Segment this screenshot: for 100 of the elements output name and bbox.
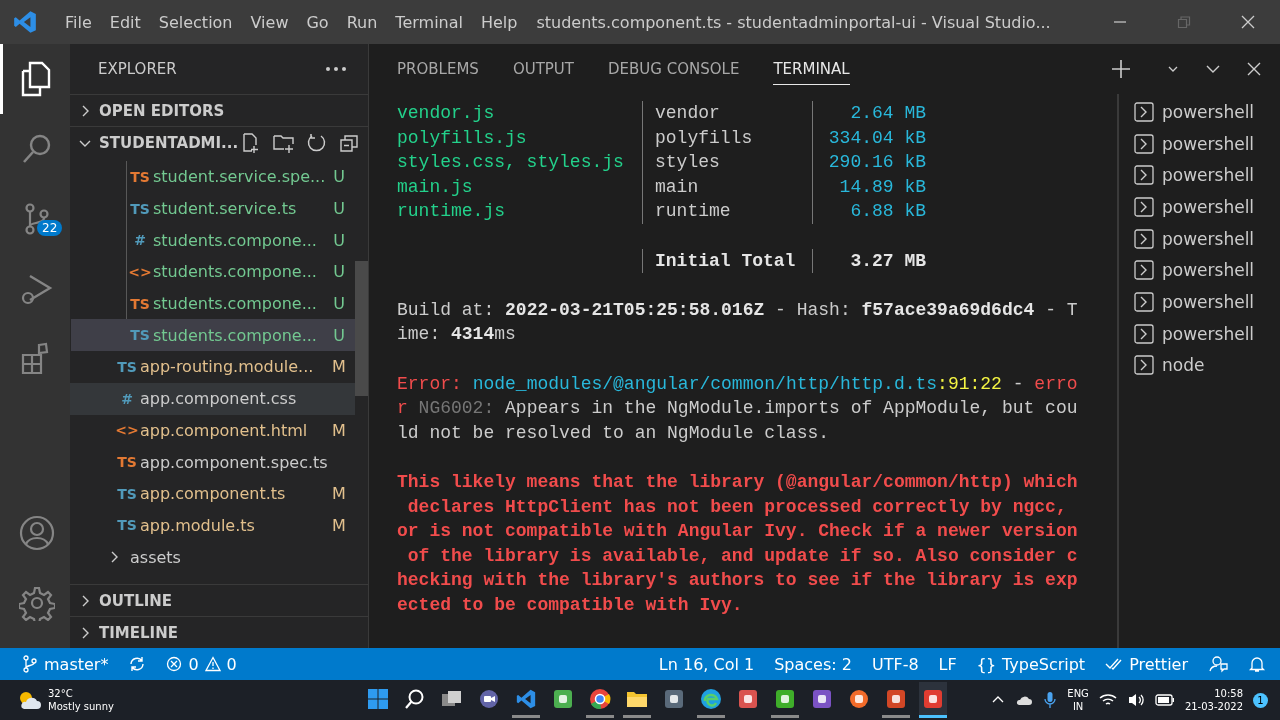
terminal-line: hecking with the library's authors to see if the library is exp [397, 569, 1078, 593]
git-status: M [332, 357, 346, 377]
tree-row[interactable]: TS student.service.spe... U [71, 161, 355, 193]
terminal-text: 6.88 kB [812, 199, 926, 224]
git-status: M [332, 484, 346, 504]
terminal-icon [1134, 165, 1154, 186]
tree-row[interactable]: <>app.component.html M [70, 414, 355, 447]
terminal-instance[interactable]: powershell [1119, 96, 1280, 128]
git-status: U [332, 325, 346, 345]
tree-row[interactable]: # students.compone... U [71, 224, 355, 257]
panel-tab[interactable]: OUTPUT [512, 54, 574, 84]
terminal-text: 14.89 kB [812, 174, 926, 200]
tree-row[interactable]: # app.component.css [70, 382, 355, 415]
settings-icon[interactable] [18, 585, 55, 621]
tree-row[interactable]: TS app-routing.module... M [70, 351, 355, 383]
terminal-text: main [642, 174, 812, 200]
run-debug-icon [19, 272, 54, 306]
language-indicator[interactable]: ENG IN [1067, 687, 1089, 713]
menu-item[interactable]: File [56, 12, 101, 32]
volume-icon[interactable] [1126, 692, 1145, 708]
battery-icon[interactable] [1154, 694, 1175, 706]
git-status: U [332, 230, 346, 250]
tree-row[interactable]: <>students.compone... U [71, 256, 355, 288]
menu-item[interactable]: Edit [100, 12, 150, 32]
section-header[interactable]: OUTLINE [70, 584, 368, 616]
panel-tab[interactable]: DEBUG CONSOLE [608, 54, 740, 84]
tree-row[interactable]: TS app.component.ts M [70, 477, 355, 510]
feedback-icon[interactable] [1208, 655, 1228, 673]
activity-item[interactable]: 22 [0, 184, 70, 254]
status-item[interactable]: LF [938, 654, 957, 674]
terminal-line: or is not compatible with Angular Ivy. Check if a newer version [397, 520, 1078, 544]
terminal-instance[interactable]: powershell [1119, 254, 1280, 287]
browser-icon [589, 687, 611, 710]
plus-icon[interactable] [1110, 58, 1132, 80]
browser-icon [700, 687, 722, 710]
terminal-text: vendor [642, 101, 812, 126]
close-icon[interactable] [1240, 14, 1256, 30]
folder-row[interactable]: assets [70, 541, 355, 573]
menu-item[interactable]: Go [297, 12, 338, 32]
terminal-text: Initial Total [642, 248, 812, 274]
status-item[interactable]: Spaces: 2 [774, 654, 852, 674]
tree-row[interactable]: TS student.service.ts U [71, 192, 355, 225]
tree-row[interactable]: TS app.module.ts M [70, 509, 355, 542]
menu-item[interactable]: Run [337, 12, 387, 32]
terminal-instance[interactable]: powershell [1119, 286, 1280, 318]
search-icon [404, 687, 426, 710]
terminal-text: runtime.js [397, 200, 507, 224]
terminal-icon [1134, 291, 1154, 312]
file-type-icon: TS [127, 200, 153, 217]
terminal-instance[interactable]: powershell [1119, 317, 1280, 350]
notification-badge[interactable]: 1 [1253, 692, 1268, 708]
terminal-text: 334.04 kB [812, 125, 926, 151]
status-item[interactable]: UTF-8 [871, 654, 919, 674]
terminal-line: declares HttpClient has not been processed correctly by ngcc, [406, 495, 1067, 519]
wifi-icon[interactable] [1098, 692, 1117, 708]
panel-tab[interactable]: TERMINAL [773, 53, 850, 85]
error-icon [166, 656, 183, 672]
menu-item[interactable]: Terminal [386, 12, 472, 32]
section-header[interactable]: OPEN EDITORS [70, 94, 368, 126]
terminal-line: ected to be compatible with Ivy. [397, 593, 743, 617]
menu-item[interactable]: Selection [149, 12, 242, 32]
clock[interactable]: 10:58 21-03-2022 [1184, 687, 1243, 713]
scrollbar-thumb[interactable] [355, 261, 368, 396]
status-item[interactable]: Ln 16, Col 1 [658, 654, 755, 674]
microphone-icon[interactable] [1043, 691, 1058, 709]
app-icon [663, 687, 685, 710]
git-status: M [332, 420, 346, 440]
app-icon [885, 687, 907, 710]
menu-item[interactable]: View [241, 12, 298, 32]
formatter-status[interactable]: Prettier [1105, 654, 1188, 674]
sync-icon[interactable] [128, 655, 147, 673]
file-type-icon: TS [127, 168, 153, 185]
terminal-instance[interactable]: node [1119, 349, 1280, 382]
chat-icon [478, 687, 500, 710]
section-header[interactable]: STUDENTADMI... [70, 126, 368, 158]
terminal-line: ld not be resolved to an NgModule class. [397, 421, 830, 445]
terminal-text: runtime [642, 199, 812, 224]
taskbar-app[interactable] [919, 682, 947, 718]
file-type-icon: # [127, 232, 153, 249]
tree-row[interactable]: TS students.compone... U [71, 319, 355, 352]
language-status[interactable]: {} TypeScript [976, 654, 1086, 674]
terminal-instance[interactable]: powershell [1119, 159, 1280, 192]
terminal-instance[interactable]: powershell [1119, 191, 1280, 223]
git-status: U [332, 294, 346, 314]
git-status: U [332, 199, 346, 219]
tree-row[interactable]: TS app.component.spec.ts [70, 446, 355, 478]
refresh-icon[interactable] [306, 131, 328, 154]
account-icon[interactable] [18, 515, 55, 551]
close-icon[interactable] [1246, 61, 1262, 77]
branch-status[interactable]: master* [22, 654, 109, 674]
panel-tab[interactable]: PROBLEMS [397, 54, 479, 84]
terminal-icon [1134, 101, 1154, 122]
menu-item[interactable]: Help [471, 12, 527, 32]
weather-text: Mostly sunny [48, 700, 114, 713]
app-icon [922, 687, 944, 710]
problems-status[interactable]: 0 0 [166, 654, 237, 674]
tree-row[interactable]: TS students.compone... U [71, 287, 355, 320]
bell-icon[interactable] [1248, 655, 1266, 673]
terminal-instance[interactable]: powershell [1119, 222, 1280, 255]
terminal-instance[interactable]: powershell [1119, 127, 1280, 160]
